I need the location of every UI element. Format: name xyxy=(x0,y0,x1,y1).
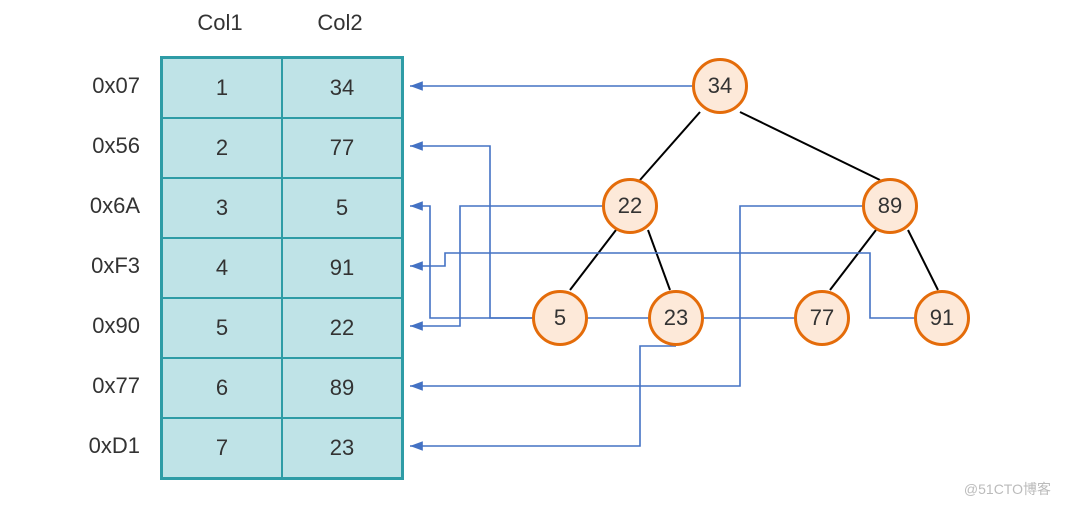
cell-col1: 7 xyxy=(162,418,282,478)
cell-col2: 34 xyxy=(282,58,402,118)
tree-node-ll: 5 xyxy=(532,290,588,346)
table-row: 2 77 xyxy=(162,118,402,178)
table-row: 6 89 xyxy=(162,358,402,418)
cell-col2: 89 xyxy=(282,358,402,418)
row-address: 0x07 xyxy=(50,56,150,116)
row-address: 0x6A xyxy=(50,176,150,236)
row-address: 0x90 xyxy=(50,296,150,356)
table-row: 4 91 xyxy=(162,238,402,298)
table-row: 5 22 xyxy=(162,298,402,358)
tree-node-l: 22 xyxy=(602,178,658,234)
cell-col2: 23 xyxy=(282,418,402,478)
cell-col2: 77 xyxy=(282,118,402,178)
cell-col2: 22 xyxy=(282,298,402,358)
tree-node-root: 34 xyxy=(692,58,748,114)
header-col2: Col2 xyxy=(280,10,400,36)
data-table: 1 34 2 77 3 5 4 91 5 22 6 89 7 23 xyxy=(160,56,404,480)
cell-col1: 2 xyxy=(162,118,282,178)
row-address: 0xF3 xyxy=(50,236,150,296)
binary-tree: 34 22 89 5 23 77 91 xyxy=(420,0,1040,460)
cell-col1: 3 xyxy=(162,178,282,238)
header-col1: Col1 xyxy=(160,10,280,36)
row-address: 0xD1 xyxy=(50,416,150,476)
cell-col1: 1 xyxy=(162,58,282,118)
table-headers: Col1 Col2 xyxy=(160,10,400,36)
row-address: 0x77 xyxy=(50,356,150,416)
cell-col1: 6 xyxy=(162,358,282,418)
table-row: 3 5 xyxy=(162,178,402,238)
tree-node-r: 89 xyxy=(862,178,918,234)
cell-col2: 5 xyxy=(282,178,402,238)
watermark: @51CTO博客 xyxy=(964,479,1051,499)
cell-col1: 5 xyxy=(162,298,282,358)
cell-col2: 91 xyxy=(282,238,402,298)
address-column: 0x07 0x56 0x6A 0xF3 0x90 0x77 0xD1 xyxy=(50,56,150,476)
tree-node-rr: 91 xyxy=(914,290,970,346)
table-row: 7 23 xyxy=(162,418,402,478)
cell-col1: 4 xyxy=(162,238,282,298)
tree-node-lr: 23 xyxy=(648,290,704,346)
table-row: 1 34 xyxy=(162,58,402,118)
row-address: 0x56 xyxy=(50,116,150,176)
tree-node-rl: 77 xyxy=(794,290,850,346)
